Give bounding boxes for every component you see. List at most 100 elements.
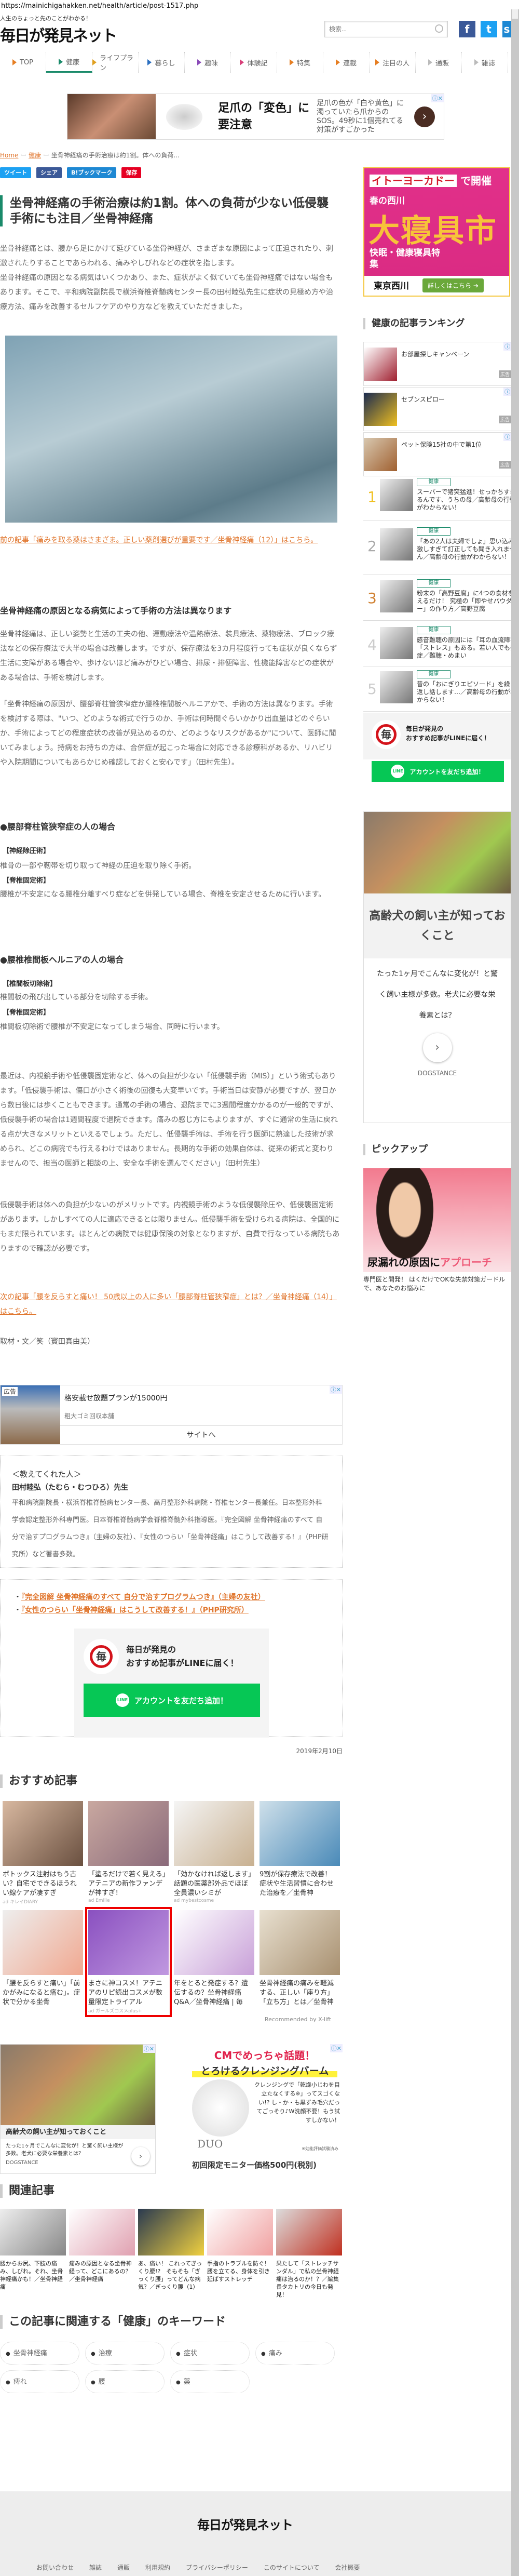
card-caption[interactable]: あ、痛い！ これってぎっくり腰!? そもそも「ぎっくり腰」ってどんな病気？／ぎっ… <box>138 2260 204 2291</box>
category-tag[interactable]: 健康 <box>417 670 450 678</box>
share-icon[interactable]: s <box>502 21 511 37</box>
ranking-title[interactable]: 粉末の「高野豆腐」に4つの食材を加えるだけ！ 究極の「即やせパウダー」の作り方／… <box>417 590 511 613</box>
recommended-card[interactable]: ボトックス注射はもう古い？自宅でできるほうれい線ケアが凄すぎ ad キレイDIAR… <box>3 1801 83 1905</box>
ad-info-close-icon[interactable]: ⓘ✕ <box>329 1385 342 1394</box>
ad-info-icon[interactable]: ⓘ <box>503 433 511 441</box>
footer-link[interactable]: 会社概要 <box>335 2563 360 2572</box>
line-add-friend-button[interactable]: LINE アカウントを友だち追加！ <box>84 1684 260 1717</box>
ad-title[interactable]: 格安載せ放題プランが15000円 <box>64 1393 168 1403</box>
pickup-caption[interactable]: 専門医と開発！ はくだけでOKな失禁対策ガードルで、あなたのお悩みに <box>363 1275 511 1293</box>
card-caption[interactable]: 「塗るだけで若く見える」アテニアの新作ファンデが神すぎ！ <box>88 1870 169 1898</box>
card-caption[interactable]: 手指のトラブルを防ぐ！ 腰を立てる、身体を引き延ばすストレッチ <box>207 2260 276 2283</box>
ranking-title[interactable]: 感音難聴の原因には「耳の血流障害」「ストレス」もある。若い人でも発症／難聴・めま… <box>417 636 511 660</box>
nav-item-0[interactable]: TOP <box>0 52 46 73</box>
nav-item-7[interactable]: 連載 <box>323 52 370 73</box>
keyword-tag[interactable]: 腰 <box>85 2370 165 2393</box>
related-card[interactable]: 果たして「ストレッチサンダル」で私の坐骨神経痛は治るのか！？／編集長タカトリの今… <box>276 2209 342 2299</box>
nav-item-1[interactable]: 健康 <box>46 52 92 73</box>
facebook-icon[interactable]: f <box>459 21 475 37</box>
share-button[interactable]: 保存 <box>121 167 142 178</box>
nav-item-8[interactable]: 注目の人 <box>370 52 416 73</box>
ranking-ad-item[interactable]: お部屋探しキャンペーン 広告 ⓘ <box>363 342 511 386</box>
keyword-tag[interactable]: 痛み <box>255 2342 335 2365</box>
nav-item-5[interactable]: 体験記 <box>231 52 277 73</box>
footer-link[interactable]: プライバシーポリシー <box>186 2563 248 2572</box>
breadcrumb-home[interactable]: Home <box>0 152 18 159</box>
ad-info-icon[interactable]: ⓘ <box>503 388 511 396</box>
ranking-item[interactable]: 5 健康 昔の「おにぎりエピソード」を繰り返し話します…／高齢母の行動がわからない！ <box>363 670 511 712</box>
footer-link[interactable]: 通販 <box>117 2563 130 2572</box>
category-tag[interactable]: 健康 <box>417 478 450 486</box>
keyword-tag[interactable]: 痺れ <box>0 2370 79 2393</box>
dog-ad[interactable]: 高齢犬の飼い主が知っておくこと たった1ヶ月でこんなに変化が！と驚く飼い主様が多… <box>0 2044 156 2174</box>
chevron-right-icon[interactable]: › <box>131 2147 150 2166</box>
ranking-item[interactable]: 1 健康 スーパーで猪突猛進！せっかちすぎるんです、うちの母／高齢母の行動がわからな… <box>363 478 511 521</box>
related-card[interactable]: あ、痛い！ これってぎっくり腰!? そもそも「ぎっくり腰」ってどんな病気？／ぎっ… <box>138 2209 204 2291</box>
ranking-item[interactable]: 4 健康 感音難聴の原因には「耳の血流障害」「ストレス」もある。若い人でも発症／難聴… <box>363 626 511 666</box>
twitter-icon[interactable]: t <box>481 21 497 37</box>
related-card[interactable]: 痛みの原因となる坐骨神経って、どこにあるの？／坐骨神経痛 <box>69 2209 135 2283</box>
ad-info-close-icon[interactable]: ⓘ✕ <box>431 94 444 102</box>
card-caption[interactable]: 果たして「ストレッチサンダル」で私の坐骨神経痛は治るのか！？／編集長タカトリの今… <box>276 2260 342 2299</box>
ranking-ad-item[interactable]: ペット保険15社の中で第1位 広告 ⓘ <box>363 432 511 476</box>
ranking-ad-item[interactable]: セブンスピロー 広告 ⓘ <box>363 387 511 431</box>
recommended-card[interactable]: 「腰を反らすと痛い」「前かがみになると痛む」。症状で分かる坐骨 <box>3 1910 83 2007</box>
card-caption[interactable]: ボトックス注射はもう古い？自宅でできるほうれい線ケアが凄すぎ <box>3 1870 83 1898</box>
footer-link[interactable]: 雑誌 <box>89 2563 102 2572</box>
recommended-card[interactable]: 「塗るだけで若く見える」アテニアの新作ファンデが神すぎ！ ad Emilie <box>88 1801 169 1903</box>
ad-cta-button[interactable]: 詳しくはこちら ➔ <box>422 278 484 292</box>
keyword-tag[interactable]: 治療 <box>85 2342 165 2365</box>
nav-item-3[interactable]: 暮らし <box>139 52 185 73</box>
ad-info-close-icon[interactable]: ⓘ✕ <box>330 2044 343 2052</box>
keyword-tag[interactable]: 薬 <box>170 2370 250 2393</box>
share-button[interactable]: シェア <box>36 167 62 178</box>
category-tag[interactable]: 健康 <box>417 626 450 634</box>
ranking-title[interactable]: 「あの2人は夫婦でしょ」思い込みが激しすぎて訂正しても聞き入れません／高齢母の行… <box>417 538 511 561</box>
search-input[interactable] <box>325 21 429 37</box>
site-logo[interactable]: 毎日が発見ネット <box>0 23 117 46</box>
nav-item-9[interactable]: 通販 <box>416 52 462 73</box>
book-link[interactable]: 『女性のつらい「坐骨神経痛」はこうして改善する！』（PHP研究所） <box>21 1606 249 1614</box>
card-caption[interactable]: 年をとると発症する？遺伝するの？坐骨神経痛Q&A／坐骨神経痛 | 毎 <box>174 1979 254 2007</box>
category-tag[interactable]: 健康 <box>417 527 450 536</box>
share-button[interactable]: ツイート <box>0 167 31 178</box>
keyword-tag[interactable]: 症状 <box>170 2342 250 2365</box>
top-ad-banner[interactable]: 足爪の「変色」に要注意 足爪の色が「白や黄色」に濁っていたら爪からのSOS。49… <box>67 94 444 140</box>
chevron-right-icon[interactable]: › <box>423 1033 452 1062</box>
card-caption[interactable]: 「腰を反らすと痛い」「前かがみになると痛む」。症状で分かる坐骨 <box>3 1979 83 2007</box>
ranking-item[interactable]: 2 健康 「あの2人は夫婦でしょ」思い込みが激しすぎて訂正しても聞き入れません／高齢… <box>363 527 511 575</box>
recommended-card[interactable]: 坐骨神経痛の痛みを軽減する、正しい「座り方」「立ち方」とは／坐骨神 <box>260 1910 340 2007</box>
related-card[interactable]: 腰からお尻、下肢の痛み、しびれ。それ、坐骨神経痛かも！／坐骨神経痛 <box>0 2209 66 2291</box>
card-caption[interactable]: まさに神コスメ！アテニアのリピ続出コスメが数量限定トライアル <box>88 1979 169 2007</box>
card-caption[interactable]: 「効かなければ返します」話題の医薬部外品でほぼ全員濃いシミが <box>174 1870 254 1898</box>
sidebar-dog-ad[interactable]: 高齢犬の飼い主が知っておくこと たった1ヶ月でこんなに変化が！と驚く飼い主様が多… <box>363 811 511 1123</box>
ranking-title[interactable]: 昔の「おにぎりエピソード」を繰り返し話します…／高齢母の行動がわからない！ <box>417 680 511 704</box>
footer-link[interactable]: このサイトについて <box>264 2563 320 2572</box>
recommended-card[interactable]: 9割が保存療法で改善！ 症状や生活習慣に合わせた治療を／坐骨神 <box>260 1801 340 1898</box>
cleansing-balm-ad[interactable]: CMでめっちゃ話題！ とろけるクレンジングバーム クレンジングで「乾燥小じわを目… <box>187 2044 343 2174</box>
nav-item-6[interactable]: 特集 <box>277 52 323 73</box>
nav-item-10[interactable]: 雑誌 <box>462 52 508 73</box>
ad-cta-button[interactable]: サイトへ <box>60 1425 342 1444</box>
native-ad[interactable]: 広告 格安載せ放題プランが15000円 粗大ゴミ回収本舗 サイトへ ⓘ✕ <box>0 1385 343 1445</box>
card-caption[interactable]: 9割が保存療法で改善！ 症状や生活習慣に合わせた治療を／坐骨神 <box>260 1870 340 1898</box>
search-box[interactable] <box>324 21 448 37</box>
footer-logo[interactable]: 毎日が発見ネット <box>197 2515 293 2533</box>
sidebar-line-add-friend-button[interactable]: LINE アカウントを友だち追加！ <box>372 761 504 782</box>
footer-link[interactable]: お問い合わせ <box>36 2563 74 2572</box>
recommended-card[interactable]: 「効かなければ返します」話題の医薬部外品でほぼ全員濃いシミが ad mybestc… <box>174 1801 254 1903</box>
page-scrollbar[interactable] <box>511 9 519 2576</box>
footer-link[interactable]: 利用規約 <box>145 2563 170 2572</box>
keyword-tag[interactable]: 坐骨神経痛 <box>0 2342 79 2365</box>
next-article-link[interactable]: 次の記事「腰を反らすと痛い！ 50歳以上の人に多い「腰部脊柱管狭窄症」とは？／坐… <box>0 1290 340 1319</box>
card-caption[interactable]: 坐骨神経痛の痛みを軽減する、正しい「座り方」「立ち方」とは／坐骨神 <box>260 1979 340 2007</box>
breadcrumb-category[interactable]: 健康 <box>29 152 41 159</box>
card-caption[interactable]: 痛みの原因となる坐骨神経って、どこにあるの？／坐骨神経痛 <box>69 2260 135 2283</box>
search-icon[interactable] <box>435 24 443 33</box>
ranking-title[interactable]: スーパーで猪突猛進！せっかちすぎるんです、うちの母／高齢母の行動がわからない！ <box>417 488 511 512</box>
prev-article-link[interactable]: 前の記事「痛みを取る薬はさまざま。正しい薬剤選びが重要です／坐骨神経痛（12）」… <box>0 533 340 548</box>
recommended-card[interactable]: 年をとると発症する？遺伝するの？坐骨神経痛Q&A／坐骨神経痛 | 毎 <box>174 1910 254 2007</box>
book-link[interactable]: 『完全図解 坐骨神経痛のすべて 自分で治すプログラムつき』（主婦の友社） <box>21 1593 265 1601</box>
pickup-banner[interactable]: 尿漏れの原因にアプローチ <box>363 1168 511 1272</box>
sidebar-ad[interactable]: イトーヨーカドー で開催 春の西川 大寝具市 快眠・健康寝具特集 東京西川 詳し… <box>363 167 510 297</box>
